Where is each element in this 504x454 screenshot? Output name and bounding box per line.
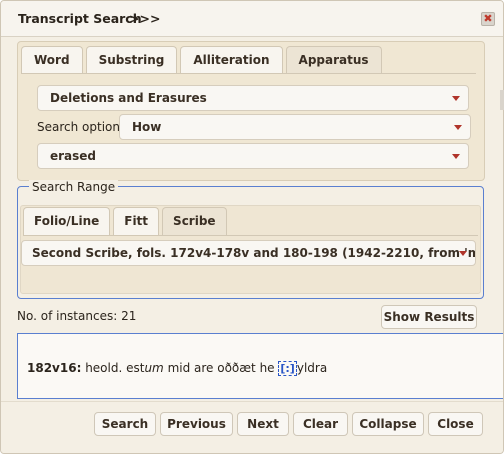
search-button[interactable]: Search bbox=[94, 412, 156, 436]
result-text-before: heold. est bbox=[81, 361, 145, 375]
close-icon[interactable]: ✖ bbox=[481, 12, 495, 26]
next-button[interactable]: Next bbox=[237, 412, 289, 436]
scribe-value: Second Scribe, fols. 172v4-178v and 180-… bbox=[32, 246, 475, 260]
collapse-button[interactable]: Collapse bbox=[352, 412, 424, 436]
tab-alliteration[interactable]: Alliteration bbox=[180, 46, 283, 74]
tab-divider bbox=[21, 73, 476, 74]
search-range-legend: Search Range bbox=[29, 180, 119, 194]
search-type-tabs: Word Substring Alliteration Apparatus bbox=[21, 46, 382, 74]
title-bar[interactable]: Transcript Search >>> ✖ bbox=[1, 1, 503, 37]
apparatus-type-value: Deletions and Erasures bbox=[50, 91, 207, 105]
result-text-after: yldra bbox=[296, 361, 328, 375]
erasure-value: erased bbox=[50, 149, 97, 163]
erasure-marker: [:] bbox=[278, 361, 297, 376]
result-item[interactable]: 182v16: heold. estum mid are oððæt he [:… bbox=[27, 361, 328, 376]
tab-scribe[interactable]: Scribe bbox=[162, 207, 227, 235]
show-results-button[interactable]: Show Results bbox=[381, 305, 477, 329]
scribe-select[interactable]: Second Scribe, fols. 172v4-178v and 180-… bbox=[21, 240, 476, 266]
page-scrollbar[interactable] bbox=[500, 90, 504, 110]
tab-fitt[interactable]: Fitt bbox=[113, 207, 160, 235]
chevron-down-icon bbox=[452, 154, 460, 159]
result-text-italic: um bbox=[144, 361, 164, 375]
search-options-label: Search options: bbox=[37, 120, 131, 134]
chevron-down-icon bbox=[452, 96, 460, 101]
clear-button[interactable]: Clear bbox=[293, 412, 348, 436]
erasure-value-select[interactable]: erased bbox=[37, 143, 469, 169]
tab-substring[interactable]: Substring bbox=[85, 46, 178, 74]
range-tab-divider bbox=[23, 235, 478, 236]
footer-bar: Search Previous Next Clear Collapse Clos… bbox=[1, 401, 503, 453]
apparatus-type-select[interactable]: Deletions and Erasures bbox=[37, 85, 469, 111]
window-title: Transcript Search bbox=[18, 11, 142, 26]
range-tabs: Folio/Line Fitt Scribe bbox=[23, 207, 227, 235]
result-text-middle: mid are oððæt he bbox=[163, 361, 279, 375]
expand-toggle[interactable]: >>> bbox=[129, 11, 160, 26]
how-value: How bbox=[132, 120, 162, 134]
tab-apparatus[interactable]: Apparatus bbox=[285, 46, 382, 74]
close-button[interactable]: Close bbox=[428, 412, 483, 436]
result-reference: 182v16: bbox=[27, 361, 82, 375]
chevron-down-icon bbox=[454, 125, 462, 130]
chevron-down-icon bbox=[459, 251, 467, 256]
tab-word[interactable]: Word bbox=[21, 46, 83, 74]
transcript-search-dialog: Transcript Search >>> ✖ Word Substring A… bbox=[0, 0, 504, 454]
how-select[interactable]: How bbox=[119, 114, 471, 140]
tab-folio-line[interactable]: Folio/Line bbox=[23, 207, 111, 235]
instance-count: No. of instances: 21 bbox=[17, 309, 137, 323]
previous-button[interactable]: Previous bbox=[160, 412, 233, 436]
